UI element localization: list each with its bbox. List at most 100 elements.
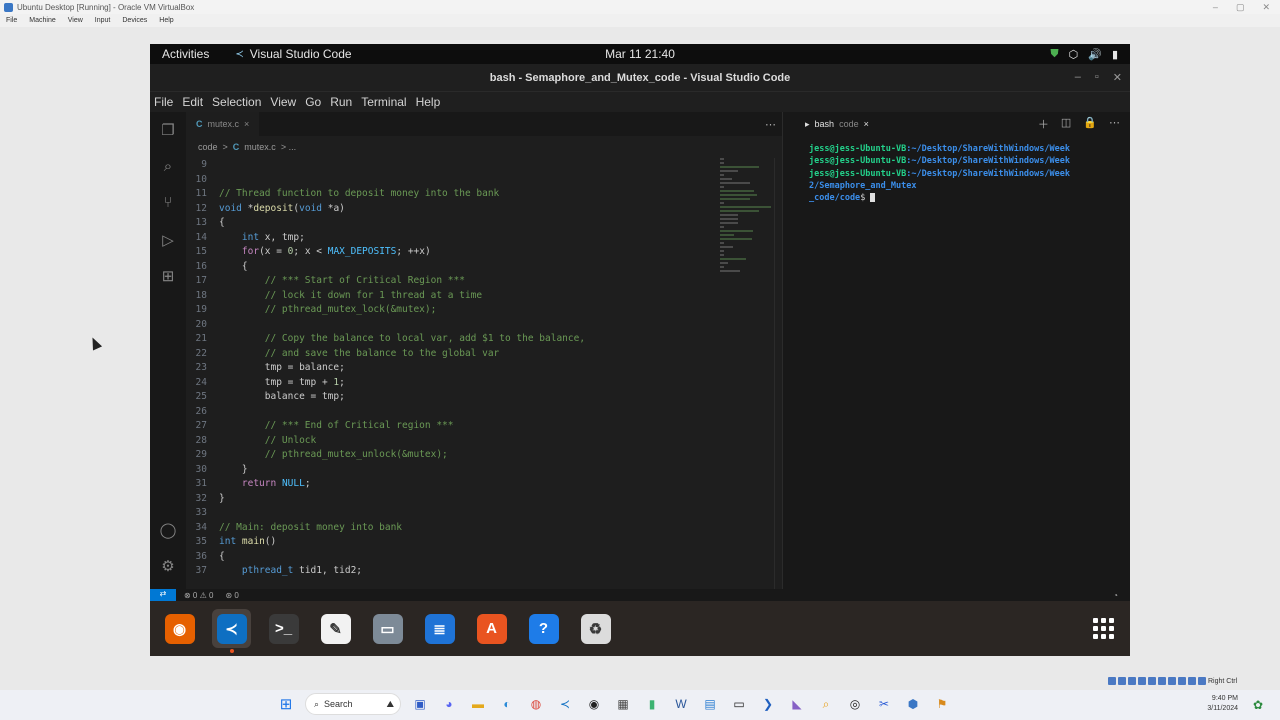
notes-icon[interactable]: ▮ (642, 694, 662, 714)
notification-icon[interactable]: ✿ (1248, 695, 1268, 715)
github-icon[interactable]: ◎ (845, 694, 865, 714)
file-explorer-icon[interactable]: ▬ (468, 694, 488, 714)
code-line[interactable]: 21 // Copy the balance to local var, add… (186, 332, 782, 347)
dock-item-trash[interactable]: ♻ (576, 609, 615, 648)
taskbar-search[interactable]: ⌕ Search ⛰ (305, 693, 401, 715)
vbox-menu-machine[interactable]: Machine (29, 17, 55, 24)
code-line[interactable]: 29 // pthread_mutex_unlock(&mutex); (186, 448, 782, 463)
code-line[interactable]: 35 int main() (186, 535, 782, 550)
tab-close-icon[interactable]: × (244, 119, 249, 129)
vscode-icon[interactable]: ≺ (555, 694, 575, 714)
menu-file[interactable]: File (154, 95, 173, 109)
code-line[interactable]: 37 pthread_t tid1, tid2; (186, 564, 782, 579)
menu-view[interactable]: View (270, 95, 296, 109)
tab-mutex-c[interactable]: C mutex.c × (186, 112, 260, 136)
terminal-icon[interactable]: ▭ (729, 694, 749, 714)
code-line[interactable]: 28 // Unlock (186, 434, 782, 449)
editor-scrollbar[interactable] (774, 158, 782, 589)
dock-item-text-editor[interactable]: ✎ (316, 609, 355, 648)
activities-button[interactable]: Activities (162, 47, 209, 61)
powershell-icon[interactable]: ❯ (758, 694, 778, 714)
breadcrumb-tail[interactable]: > ... (281, 142, 296, 152)
notepad-icon[interactable]: ▤ (700, 694, 720, 714)
menu-run[interactable]: Run (330, 95, 352, 109)
code-line[interactable]: 19 // pthread_mutex_lock(&mutex); (186, 303, 782, 318)
vbox-menu-devices[interactable]: Devices (122, 17, 147, 24)
search-icon[interactable]: ⌕ (159, 158, 177, 176)
gear-icon[interactable]: ⚙ (159, 558, 177, 576)
extra-app-icon[interactable]: ⚑ (932, 694, 952, 714)
explorer-icon[interactable]: ❐ (159, 122, 177, 140)
maximize-icon[interactable]: ▢ (1236, 2, 1245, 13)
vbox-menu-file[interactable]: File (6, 17, 17, 24)
dock-item-firefox[interactable]: ◉ (160, 609, 199, 648)
usb-icon[interactable] (1148, 677, 1156, 685)
visual-studio-icon[interactable]: ◣ (787, 694, 807, 714)
code-line[interactable]: 31 return NULL; (186, 477, 782, 492)
vbox-menu-view[interactable]: View (68, 17, 83, 24)
menu-edit[interactable]: Edit (182, 95, 203, 109)
close-icon[interactable]: ✕ (1113, 71, 1122, 84)
extensions-icon[interactable]: ⊞ (159, 268, 177, 286)
source-control-icon[interactable]: ⑂ (159, 194, 177, 212)
menu-selection[interactable]: Selection (212, 95, 261, 109)
close-icon[interactable]: ✕ (1262, 2, 1270, 13)
menu-go[interactable]: Go (305, 95, 321, 109)
gnome-clock[interactable]: Mar 11 21:40 (605, 47, 675, 61)
code-line[interactable]: 9 (186, 158, 782, 173)
split-icon[interactable]: ◫ (1061, 116, 1071, 132)
show-apps-icon[interactable] (1093, 618, 1114, 639)
terminal-output[interactable]: jess@jess-Ubuntu-VB:~/Desktop/ShareWithW… (783, 136, 1130, 204)
code-line[interactable]: 18 // lock it down for 1 thread at a tim… (186, 289, 782, 304)
menu-help[interactable]: Help (416, 95, 441, 109)
ports-indicator[interactable]: ⊛ 0 (225, 591, 238, 600)
code-line[interactable]: 17 // *** Start of Critical Region *** (186, 274, 782, 289)
optical-icon[interactable] (1118, 677, 1126, 685)
hdd-icon[interactable] (1108, 677, 1116, 685)
display-icon[interactable] (1168, 677, 1176, 685)
windows-start-icon[interactable]: ⊞ (276, 694, 296, 714)
code-line[interactable]: 13 { (186, 216, 782, 231)
dock-item-files[interactable]: ▭ (368, 609, 407, 648)
code-line[interactable]: 10 (186, 173, 782, 188)
code-line[interactable]: 22 // and save the balance to the global… (186, 347, 782, 362)
vbox-menu-input[interactable]: Input (95, 17, 111, 24)
code-line[interactable]: 32} (186, 492, 782, 507)
chrome-icon[interactable]: ◍ (526, 694, 546, 714)
code-line[interactable]: 23 tmp = balance; (186, 361, 782, 376)
more-icon[interactable]: ⋯ (1109, 116, 1120, 132)
cpu-icon[interactable] (1188, 677, 1196, 685)
terminal-close-icon[interactable]: × (864, 119, 869, 129)
more-actions-icon[interactable]: ⋯ (765, 118, 776, 131)
dock-item-app-center[interactable]: A (472, 609, 511, 648)
breadcrumb-file[interactable]: mutex.c (244, 142, 276, 152)
code-line[interactable]: 33 (186, 506, 782, 521)
edge-dev-icon[interactable]: ◐ (497, 694, 517, 714)
network-icon[interactable] (1138, 677, 1146, 685)
run-debug-icon[interactable]: ▷ (159, 232, 177, 250)
minimize-icon[interactable]: – (1075, 71, 1081, 84)
word-icon[interactable]: W (671, 694, 691, 714)
code-line[interactable]: 12 void *deposit(void *a) (186, 202, 782, 217)
code-line[interactable]: 25 balance = tmp; (186, 390, 782, 405)
code-line[interactable]: 27 // *** End of Critical region *** (186, 419, 782, 434)
recording-icon[interactable] (1178, 677, 1186, 685)
dock-item-terminal[interactable]: >_ (264, 609, 303, 648)
system-clock[interactable]: 9:40 PM 3/11/2024 (1207, 694, 1238, 714)
code-line[interactable]: 36 { (186, 550, 782, 565)
mouse-integration-icon[interactable] (1198, 677, 1206, 685)
code-line[interactable]: 15 for(x = 0; x < MAX_DEPOSITS; ++x) (186, 245, 782, 260)
system-tray[interactable]: ⛊ ⬡ 🔊 ▮ (1050, 48, 1118, 61)
code-line[interactable]: 24 tmp = tmp + 1; (186, 376, 782, 391)
dock-item-help[interactable]: ? (524, 609, 563, 648)
search-app-icon[interactable]: ⌕ (816, 694, 836, 714)
discord-icon[interactable]: ◕ (439, 694, 459, 714)
code-line[interactable]: 34 // Main: deposit money into bank (186, 521, 782, 536)
virtualbox-icon[interactable]: ⬢ (903, 694, 923, 714)
vbox-menu-help[interactable]: Help (159, 17, 173, 24)
task-view-icon[interactable]: ▣ (410, 694, 430, 714)
code-line[interactable]: 30 } (186, 463, 782, 478)
shared-folder-icon[interactable] (1158, 677, 1166, 685)
lock-icon[interactable]: 🔒 (1083, 116, 1097, 132)
calculator-icon[interactable]: ▦ (613, 694, 633, 714)
